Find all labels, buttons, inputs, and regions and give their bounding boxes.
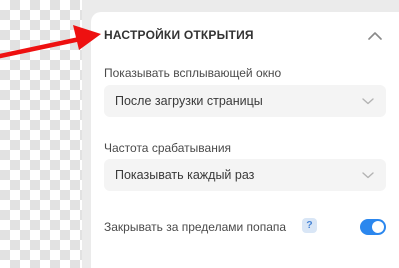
opening-settings-panel: НАСТРОЙКИ ОТКРЫТИЯ Показывать всплывающе… bbox=[91, 12, 399, 268]
show-popup-value: После загрузки страницы bbox=[115, 94, 263, 108]
show-popup-label: Показывать всплывающей окно bbox=[104, 66, 282, 80]
question-icon[interactable]: ? bbox=[302, 218, 317, 233]
section-title: НАСТРОЙКИ ОТКРЫТИЯ bbox=[104, 28, 254, 42]
toggle-knob bbox=[372, 221, 384, 233]
annotation-arrow-icon bbox=[0, 25, 101, 59]
frequency-select[interactable]: Показывать каждый раз bbox=[104, 159, 386, 191]
close-outside-toggle[interactable] bbox=[360, 219, 386, 235]
close-outside-label: Закрывать за пределами попапа bbox=[104, 220, 287, 234]
frequency-label: Частота срабатывания bbox=[104, 141, 232, 155]
chevron-up-icon[interactable] bbox=[367, 30, 383, 42]
chevron-down-icon bbox=[362, 98, 374, 105]
chevron-down-icon bbox=[362, 172, 374, 179]
frequency-value: Показывать каждый раз bbox=[115, 168, 255, 182]
show-popup-select[interactable]: После загрузки страницы bbox=[104, 85, 386, 117]
